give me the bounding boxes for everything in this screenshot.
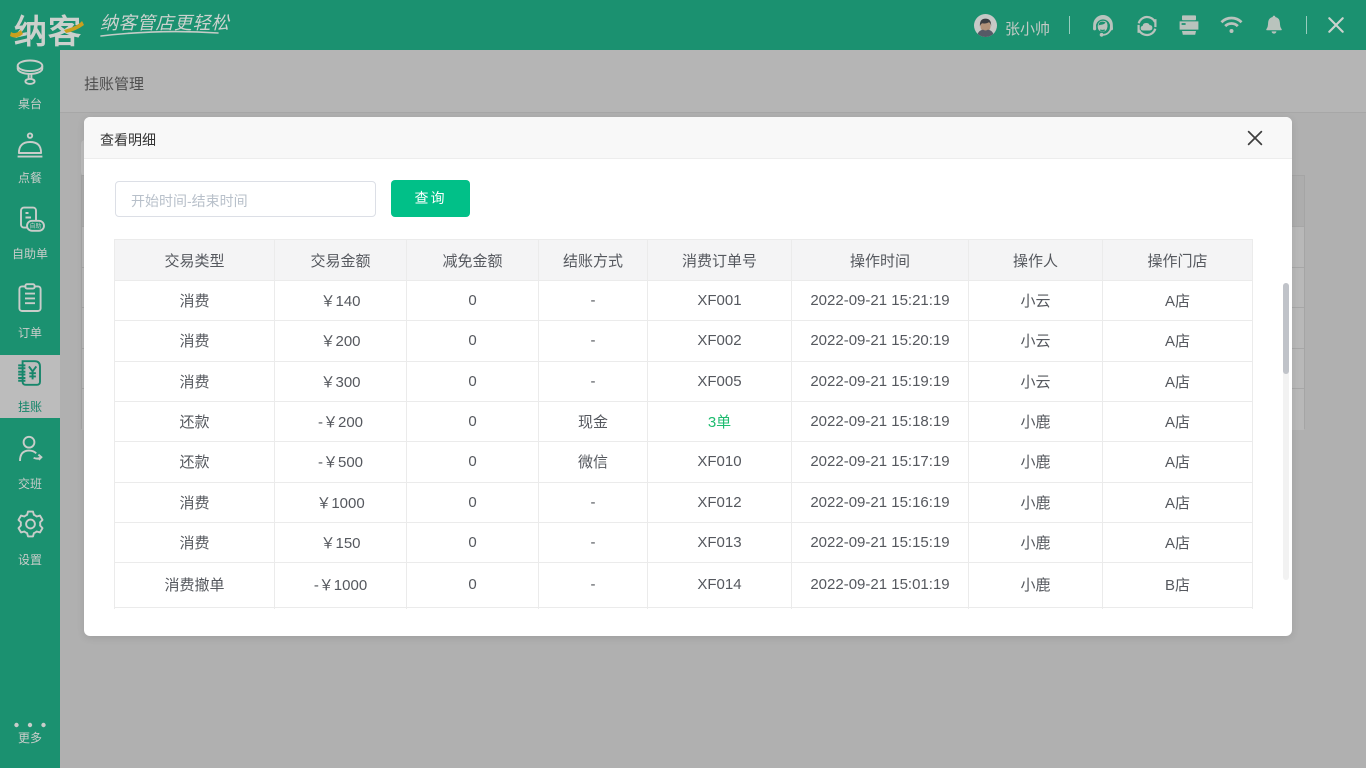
svg-text:自助: 自助 bbox=[29, 222, 41, 230]
